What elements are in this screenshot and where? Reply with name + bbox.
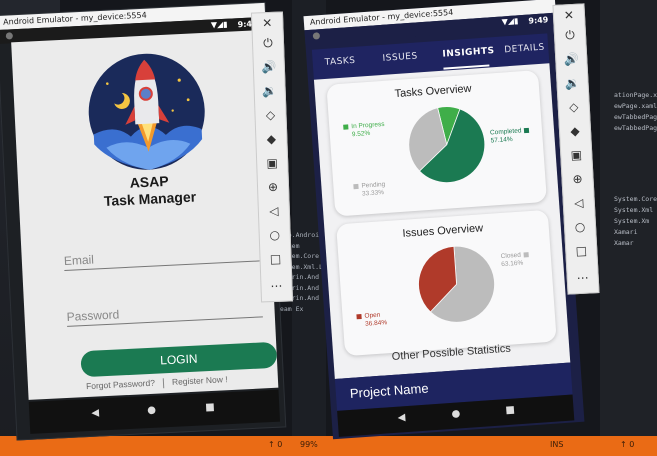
forgot-password-link[interactable]: Forgot Password? bbox=[86, 378, 155, 391]
login-button[interactable]: LOGIN bbox=[80, 341, 278, 378]
legend-swatch bbox=[343, 124, 349, 130]
close-icon[interactable]: ✕ bbox=[259, 15, 276, 32]
login-screen: ASAP Task Manager Email Password LOGIN F… bbox=[11, 30, 279, 400]
rotate-right-icon[interactable]: ◆ bbox=[567, 123, 584, 140]
power-icon[interactable]: ⏻ bbox=[260, 35, 277, 52]
legend-label: Completed bbox=[489, 127, 522, 137]
legend-swatch bbox=[353, 183, 359, 189]
insights-panel: Tasks Overview In Progress 9.52% Complet… bbox=[313, 63, 571, 379]
rotate-left-icon[interactable]: ◇ bbox=[565, 99, 582, 116]
issues-overview-card: Issues Overview Closed 63.16% Open 36.84… bbox=[336, 209, 557, 357]
legend-in-progress: In Progress 9.52% bbox=[343, 121, 385, 140]
list-item[interactable]: ewTabbedPag bbox=[614, 112, 657, 123]
list-item[interactable]: System.Xml bbox=[614, 205, 657, 216]
password-field[interactable]: Password bbox=[66, 300, 263, 327]
back-icon[interactable]: ◁ bbox=[570, 195, 587, 212]
power-icon[interactable]: ⏻ bbox=[562, 27, 579, 44]
notification-icon bbox=[5, 32, 14, 40]
left-emulator-window: Android Emulator - my_device:5554 ▼◢▮ 9:… bbox=[0, 1, 294, 441]
tab-details[interactable]: DETAILS bbox=[504, 43, 545, 56]
divider bbox=[162, 378, 165, 389]
legend-closed: Closed 63.16% bbox=[500, 251, 532, 269]
legend-swatch bbox=[523, 251, 530, 258]
volume-down-icon[interactable]: 🔉 bbox=[261, 83, 278, 100]
tab-tasks[interactable]: TASKS bbox=[324, 56, 355, 68]
recents-icon[interactable]: ■ bbox=[205, 402, 215, 413]
app-title: ASAP Task Manager bbox=[103, 172, 197, 209]
status-text: INS bbox=[550, 440, 564, 449]
back-icon[interactable]: ◁ bbox=[266, 203, 283, 220]
legend-completed: Completed 57.14% bbox=[490, 127, 533, 146]
tasks-pie-chart bbox=[408, 106, 486, 184]
legend-value: 57.14% bbox=[490, 136, 513, 145]
legend-label: Open bbox=[364, 311, 381, 320]
notification-icon bbox=[312, 32, 321, 40]
tasks-overview-card: Tasks Overview In Progress 9.52% Complet… bbox=[326, 70, 548, 217]
issues-pie-chart bbox=[418, 245, 495, 323]
signal-icon: ▼◢▮ bbox=[210, 19, 228, 30]
list-item[interactable]: System.Xm bbox=[614, 216, 657, 227]
recents-icon[interactable]: ■ bbox=[505, 405, 515, 417]
legend-value: 36.84% bbox=[364, 319, 388, 328]
rotate-right-icon[interactable]: ◆ bbox=[263, 131, 280, 148]
back-icon[interactable]: ◀ bbox=[91, 407, 99, 418]
list-item[interactable]: ationPage.xa bbox=[614, 90, 657, 101]
camera-icon[interactable]: ▣ bbox=[568, 147, 585, 164]
home-icon[interactable]: ○ bbox=[266, 227, 283, 244]
list-item[interactable]: ewTabbedPag bbox=[614, 123, 657, 134]
legend-pending: Pending 33.33% bbox=[353, 181, 386, 199]
legend-swatch bbox=[524, 127, 530, 133]
list-item[interactable]: Xamar bbox=[614, 238, 657, 249]
camera-icon[interactable]: ▣ bbox=[264, 155, 281, 172]
card-title: Issues Overview bbox=[402, 222, 484, 240]
register-link[interactable]: Register Now ! bbox=[172, 374, 228, 387]
status-text: ↑ 0 bbox=[268, 440, 283, 449]
card-title: Tasks Overview bbox=[394, 82, 472, 101]
email-field[interactable]: Email bbox=[63, 244, 261, 271]
legend-value: 63.16% bbox=[501, 259, 524, 269]
legend-label: In Progress bbox=[351, 120, 385, 131]
legend-swatch bbox=[356, 313, 362, 320]
rotate-left-icon[interactable]: ◇ bbox=[262, 107, 279, 124]
zoom-icon[interactable]: ⊕ bbox=[569, 171, 586, 188]
status-text: ↑ 0 bbox=[620, 440, 635, 449]
clock: 9:49 bbox=[528, 15, 549, 26]
list-item[interactable]: Xamari bbox=[614, 227, 657, 238]
home-icon[interactable]: ● bbox=[451, 408, 460, 420]
overview-icon[interactable]: □ bbox=[267, 251, 284, 268]
home-icon[interactable]: ● bbox=[147, 405, 156, 416]
overview-icon[interactable]: □ bbox=[573, 242, 590, 259]
list-item[interactable]: System.Core bbox=[614, 194, 657, 205]
volume-down-icon[interactable]: 🔉 bbox=[564, 75, 581, 92]
legend-label: Closed bbox=[500, 251, 522, 261]
legend-value: 33.33% bbox=[361, 189, 385, 198]
more-icon[interactable]: … bbox=[268, 275, 285, 292]
zoom-icon[interactable]: ⊕ bbox=[265, 179, 282, 196]
signal-icon: ▼◢▮ bbox=[501, 16, 519, 27]
tab-insights[interactable]: INSIGHTS bbox=[442, 46, 495, 60]
volume-up-icon[interactable]: 🔊 bbox=[563, 51, 580, 68]
list-item[interactable]: ewPage.xaml bbox=[614, 101, 657, 112]
rocket-logo-icon bbox=[88, 53, 205, 170]
ide-reference-list-right: ationPage.xa ewPage.xaml ewTabbedPag ewT… bbox=[614, 90, 657, 249]
status-text: 99% bbox=[300, 440, 318, 449]
volume-up-icon[interactable]: 🔊 bbox=[261, 59, 278, 76]
back-icon[interactable]: ◀ bbox=[397, 412, 405, 424]
more-icon[interactable]: … bbox=[574, 266, 591, 283]
tab-issues[interactable]: ISSUES bbox=[382, 51, 418, 63]
legend-open: Open 36.84% bbox=[356, 311, 387, 329]
home-icon[interactable]: ○ bbox=[572, 218, 589, 235]
close-icon[interactable]: ✕ bbox=[561, 7, 578, 24]
legend-value: 9.52% bbox=[351, 129, 371, 139]
ide-status-bar: ↑ 0 99% INS ↑ 0 bbox=[0, 436, 657, 456]
